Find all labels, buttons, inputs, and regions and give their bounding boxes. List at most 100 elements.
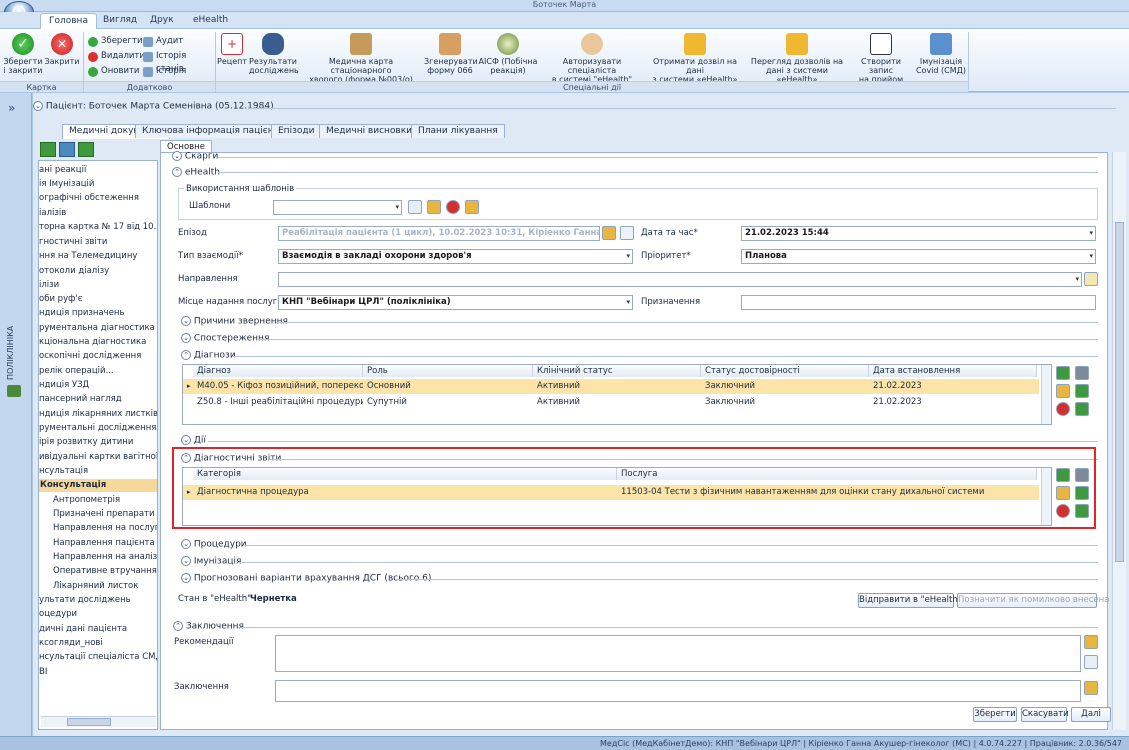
tree-item[interactable]: нсультації спеціаліста СМД [39, 651, 157, 664]
menu-tab-home[interactable]: Головна [40, 13, 97, 29]
tools-icon[interactable] [1075, 366, 1089, 380]
reasons-section[interactable]: Причини звернення [194, 317, 288, 327]
tab-key-info[interactable]: Ключова інформація пацієнта [135, 124, 292, 138]
cancel-button[interactable]: Скасувати [1021, 707, 1069, 722]
tree-item[interactable]: ані реакції [39, 164, 86, 177]
tree-item[interactable]: пансерний нагляд [39, 393, 122, 406]
episode-folder-icon[interactable] [602, 226, 616, 240]
expand-icon[interactable]: ⌄ [181, 435, 191, 445]
tree-item[interactable]: гностичні звіти [39, 236, 107, 249]
save-button[interactable]: Зберегти [88, 35, 143, 48]
tree-item[interactable]: ивідуальні картки вагітної [39, 451, 157, 464]
aisf-button[interactable]: АІСФ (Побічна реакція) [478, 33, 538, 79]
tree-item[interactable]: ографічні обстеження [39, 192, 139, 205]
send-ehealth-button[interactable]: Відправити в "eHealth" [858, 593, 962, 608]
tree-child-item[interactable]: Оперативне втручання [53, 565, 157, 578]
referral-edit-icon[interactable] [1084, 272, 1098, 286]
expand-icon[interactable]: ⌄ [172, 151, 182, 161]
tree-item[interactable]: ндиція УЗД [39, 379, 89, 392]
expand-chevron-icon[interactable]: » [8, 101, 15, 115]
expand-icon[interactable]: ⌄ [181, 556, 191, 566]
recommendations-field[interactable] [275, 635, 1081, 672]
column-header[interactable]: Роль [363, 365, 533, 377]
tree-item[interactable]: ндиція призначень [39, 307, 125, 320]
column-header[interactable]: Дата встановлення [869, 365, 1037, 377]
tree-item[interactable]: ння на Телемедицину [39, 250, 137, 263]
next-button[interactable]: Далі [1071, 707, 1111, 722]
delete-diagnosis-icon[interactable] [1056, 402, 1070, 416]
immunization-section[interactable]: Імунізація [194, 557, 242, 567]
table-cell[interactable]: Z50.8 - Інші реабілітаційні процедури [193, 395, 363, 410]
tree-child-item[interactable]: Лікарняний листок [53, 580, 138, 593]
tree-item[interactable]: дичні дані пацієнта [39, 623, 127, 636]
tree-item[interactable]: оскопічні дослідження [39, 350, 141, 363]
episode-select[interactable]: Реабілітація пацієнта (1 цикл), 10.02.20… [278, 226, 600, 241]
column-header[interactable]: Діагноз [193, 365, 363, 377]
interaction-type-select[interactable]: Взаємодія в закладі охорони здоров'я ▾ [278, 249, 633, 264]
expand-icon[interactable]: ⌄ [181, 539, 191, 549]
tree-item[interactable]: рументальні дослідження [39, 422, 156, 435]
folder-icon[interactable] [1056, 384, 1070, 398]
tree-child-item[interactable]: Антропометрія [53, 494, 120, 507]
tab-medical-conclusions[interactable]: Медичні висновки [319, 124, 420, 138]
state-history-button[interactable]: Історія станів [143, 50, 215, 74]
column-header[interactable]: Статус достовірності [701, 365, 869, 377]
conclusion-field[interactable] [275, 680, 1081, 702]
tree-item[interactable]: ія Імунізацій [39, 178, 94, 191]
tree-item[interactable]: ірія розвитку дитини [39, 436, 133, 449]
template-apply-icon[interactable] [408, 200, 422, 214]
expand-icon[interactable]: ⌄ [181, 333, 191, 343]
refresh-tree-icon[interactable] [78, 142, 94, 157]
tree-item[interactable]: ксогляди_нові [39, 637, 103, 650]
actions-section[interactable]: Дії [194, 436, 206, 446]
tree-structure-icon[interactable] [7, 385, 21, 397]
tree-item[interactable]: ультати досліджень [39, 594, 131, 607]
tree-item[interactable]: отоколи діалізу [39, 265, 109, 278]
folder-icon[interactable] [1084, 635, 1098, 649]
menu-tab-print[interactable]: Друк [142, 13, 182, 29]
ehealth-section[interactable]: eHealth [185, 168, 220, 178]
tree-child-item[interactable]: Направлення на аналізи [53, 551, 157, 564]
copy-document-icon[interactable] [59, 142, 75, 157]
tree-child-item[interactable]: Призначені препарати [53, 508, 155, 521]
delete-button[interactable]: Видалити [88, 50, 145, 63]
collapse-icon[interactable]: ⌃ [173, 621, 183, 631]
tree-item[interactable]: ВІ [39, 666, 47, 679]
tree-horizontal-scrollbar[interactable] [41, 716, 156, 727]
flag-icon[interactable] [1075, 402, 1089, 416]
table-scrollbar[interactable] [1041, 365, 1051, 424]
place-select[interactable]: КНП "Вебінари ЦРЛ" (поліклініка) ▾ [278, 295, 633, 310]
templates-select[interactable]: ▾ [273, 200, 402, 215]
print-history-button[interactable]: Історія друку [143, 65, 215, 89]
expand-icon[interactable]: ⌄ [181, 316, 191, 326]
assignment-field[interactable] [741, 295, 1096, 310]
recipe-button[interactable]: + Рецепт [217, 33, 247, 79]
tree-item[interactable]: торна картка № 17 від 10.10. [39, 221, 157, 234]
diagnoses-section[interactable]: Діагнози [194, 351, 236, 361]
covid-immunization-button[interactable]: Імунізація Covid (СМД) [915, 33, 967, 79]
create-appointment-button[interactable]: Створити запис на прийом [849, 33, 913, 84]
copy-icon[interactable] [1084, 655, 1098, 669]
menu-tab-view[interactable]: Вигляд [95, 13, 145, 29]
folder-icon[interactable] [1084, 681, 1098, 695]
save-close-button[interactable]: ✓ Зберегти і закрити [3, 33, 43, 79]
complaints-section[interactable]: Скарги [185, 152, 219, 162]
collapse-icon[interactable]: ⌄ [33, 101, 43, 111]
episode-clear-icon[interactable] [620, 226, 634, 240]
add-diagnosis-icon[interactable] [1056, 366, 1070, 380]
template-edit-icon[interactable] [465, 200, 479, 214]
tab-treatment-plans[interactable]: Плани лікування [411, 124, 505, 138]
refresh-button[interactable]: Оновити [88, 65, 143, 78]
priority-select[interactable]: Планова ▾ [741, 249, 1096, 264]
datetime-field[interactable]: 21.02.2023 15:44 ▾ [741, 226, 1096, 241]
save-form-button[interactable]: Зберегти [973, 707, 1017, 722]
referral-select[interactable]: ▾ [278, 272, 1082, 287]
column-header[interactable]: Клінічний статус [533, 365, 701, 377]
medical-card-003-button[interactable]: Медична карта стаціонарного хворого (фор… [299, 33, 423, 84]
close-button[interactable]: ✕ Закрити [44, 33, 80, 79]
expand-icon[interactable]: ⌄ [181, 573, 191, 583]
generate-066-button[interactable]: Згенерувати форму 066 [424, 33, 478, 79]
tree-item[interactable]: ндиція лікарняних листків [39, 408, 157, 421]
tree-child-item[interactable]: Направлення на послуги [53, 522, 157, 535]
procedures-section[interactable]: Процедури [194, 540, 247, 550]
